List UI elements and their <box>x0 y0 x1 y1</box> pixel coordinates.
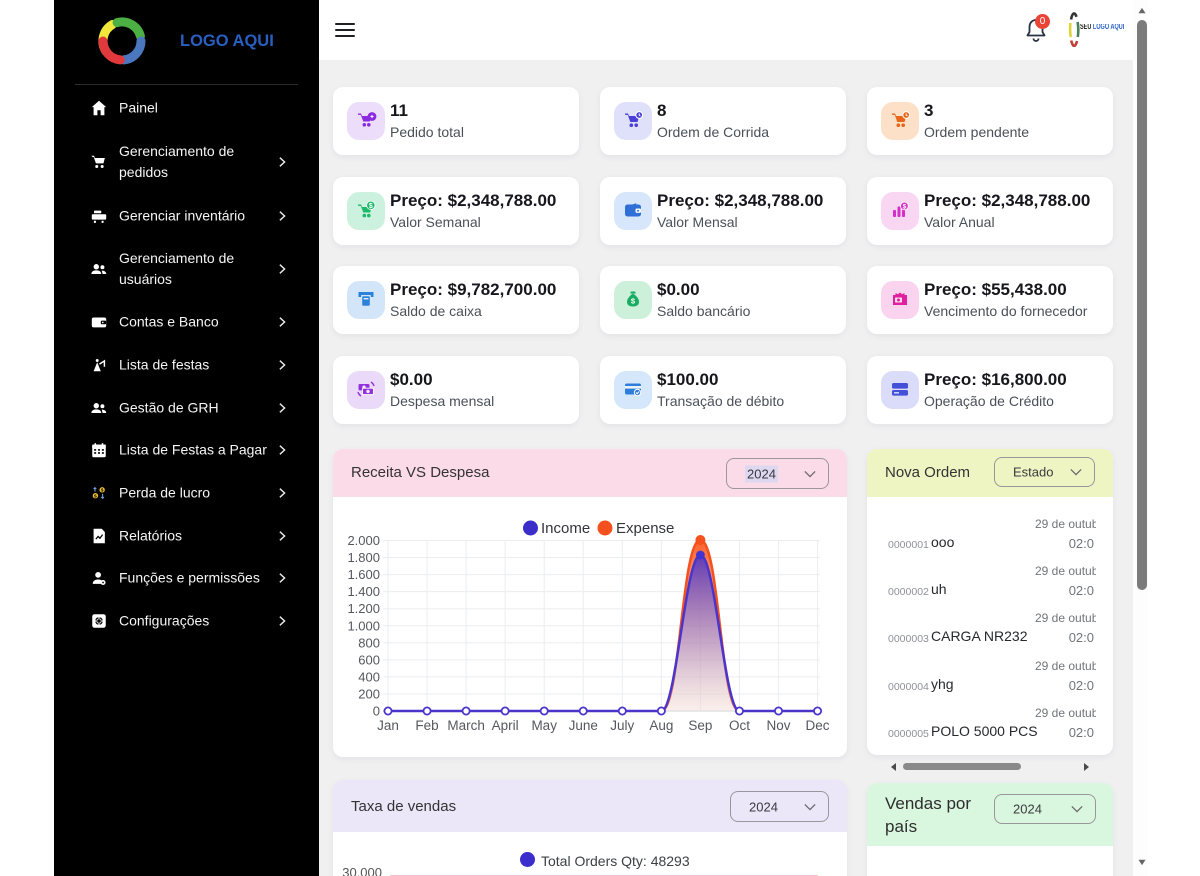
svg-text:Oct: Oct <box>729 718 750 733</box>
svg-text:$: $ <box>101 488 104 494</box>
svg-text:0: 0 <box>373 704 380 719</box>
svg-text:800: 800 <box>358 635 380 650</box>
svg-text:200: 200 <box>358 686 380 701</box>
svg-text:1.600: 1.600 <box>347 567 380 582</box>
svg-text:Sep: Sep <box>688 718 712 733</box>
svg-text:1.000: 1.000 <box>347 618 380 633</box>
svg-text:$: $ <box>94 493 97 499</box>
svg-text:April: April <box>492 718 519 733</box>
svg-text:Expense: Expense <box>616 520 674 537</box>
svg-text:1.400: 1.400 <box>347 584 380 599</box>
svg-text:1.800: 1.800 <box>347 550 380 565</box>
svg-text:Jan: Jan <box>377 718 399 733</box>
svg-text:$: $ <box>903 203 907 210</box>
svg-text:$: $ <box>369 202 373 209</box>
svg-text:March: March <box>447 718 485 733</box>
svg-text:Dec: Dec <box>806 718 830 733</box>
svg-text:July: July <box>610 718 634 733</box>
svg-text:Nov: Nov <box>766 718 790 733</box>
svg-text:Feb: Feb <box>415 718 438 733</box>
svg-text:400: 400 <box>358 669 380 684</box>
svg-text:Aug: Aug <box>649 718 673 733</box>
svg-text:2.000: 2.000 <box>347 533 380 548</box>
svg-text:Income: Income <box>541 520 590 537</box>
svg-text:May: May <box>531 718 557 733</box>
svg-text:600: 600 <box>358 652 380 667</box>
svg-text:June: June <box>569 718 598 733</box>
svg-text:1.200: 1.200 <box>347 601 380 616</box>
